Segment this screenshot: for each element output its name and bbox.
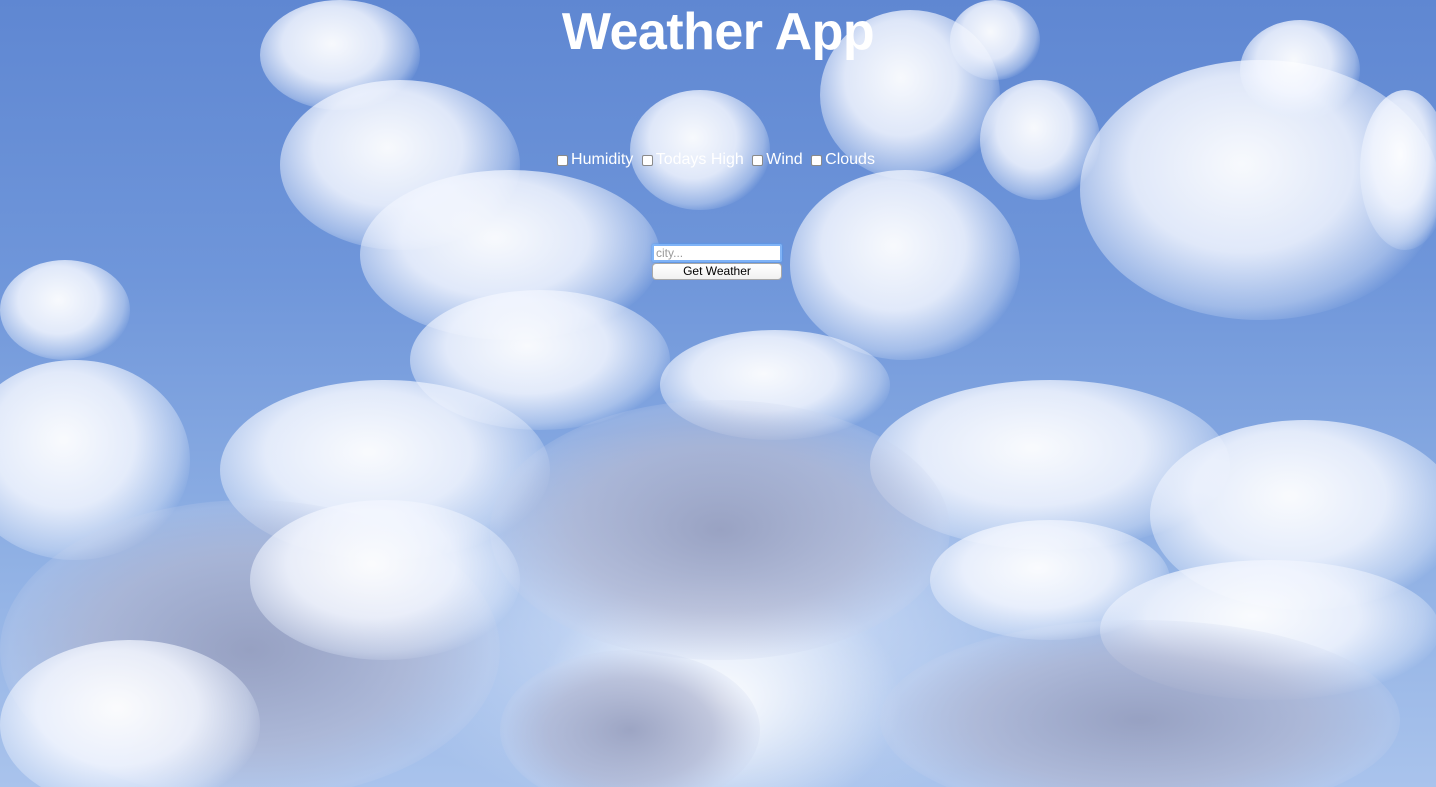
humidity-checkbox[interactable] — [557, 154, 569, 166]
sky-background — [0, 0, 1436, 787]
clouds-checkbox[interactable] — [811, 154, 823, 166]
get-weather-button[interactable]: Get Weather — [652, 263, 782, 280]
city-input[interactable] — [652, 244, 782, 262]
option-humidity[interactable]: Humidity — [557, 151, 637, 169]
todays-high-label: Todays High — [655, 151, 744, 168]
clouds-label: Clouds — [825, 151, 875, 168]
wind-checkbox[interactable] — [752, 154, 764, 166]
weather-options: Humidity Todays High Wind Clouds — [0, 151, 1436, 171]
humidity-label: Humidity — [571, 151, 634, 168]
option-clouds[interactable]: Clouds — [811, 151, 879, 169]
page-title: Weather App — [561, 3, 875, 61]
wind-label: Wind — [766, 151, 803, 168]
option-todays-high[interactable]: Todays High — [641, 151, 748, 169]
option-wind[interactable]: Wind — [752, 151, 806, 169]
weather-form: Get Weather — [652, 244, 783, 280]
todays-high-checkbox[interactable] — [641, 154, 653, 166]
